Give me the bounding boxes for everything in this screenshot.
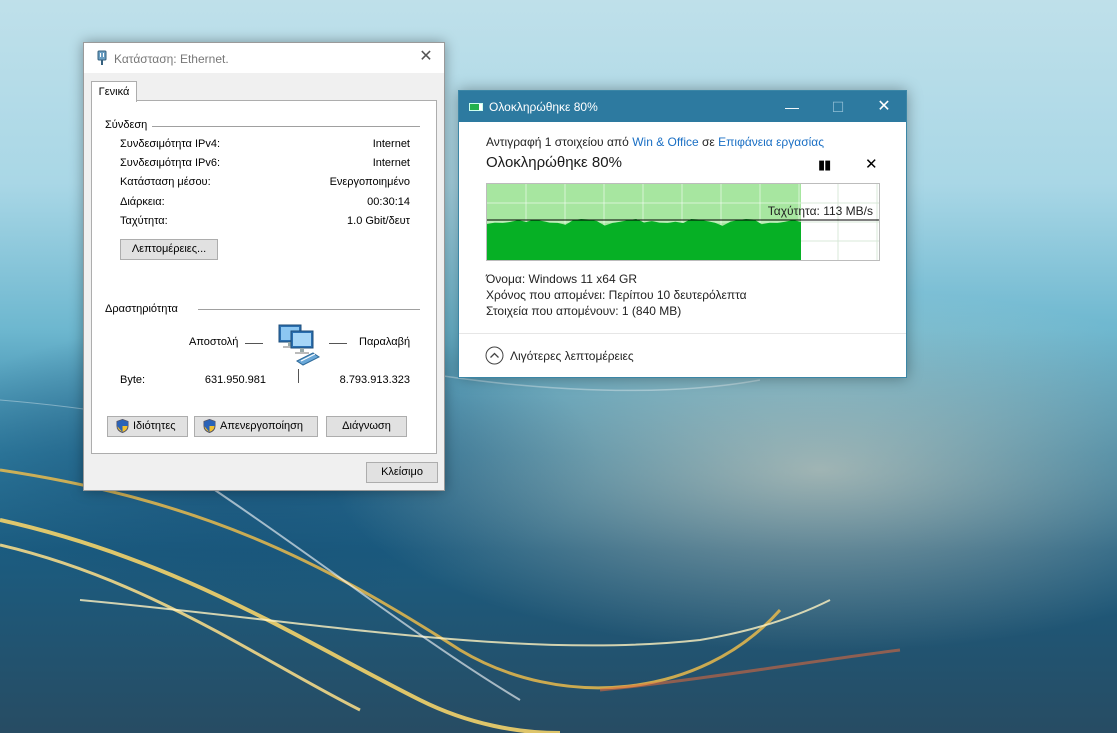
disable-button[interactable]: Απενεργοποίηση: [194, 416, 318, 437]
footer-separator: [459, 333, 906, 334]
row-ipv4: Συνδεσιμότητα IPv4: Internet: [120, 138, 410, 154]
detail-name: Όνομα: Windows 11 x64 GR: [486, 272, 637, 286]
speed-graph-canvas: [487, 184, 879, 260]
progress-heading: Ολοκληρώθηκε 80%: [486, 154, 622, 171]
row-speed: Ταχύτητα: 1.0 Gbit/δευτ: [120, 215, 410, 231]
tab-panel: Σύνδεση Συνδεσιμότητα IPv4: Internet Συν…: [91, 100, 437, 454]
detail-label: Χρόνος που απομένει:: [486, 288, 606, 302]
properties-label: Ιδιότητες: [133, 420, 176, 432]
progress-icon: [469, 103, 483, 111]
connection-heading: Σύνδεση: [105, 119, 148, 131]
details-button[interactable]: Λεπτομέρειες...: [120, 239, 218, 260]
activity-heading: Δραστηριότητα: [105, 303, 178, 315]
activity-divider: [298, 369, 299, 383]
separator: [198, 309, 420, 310]
row-value: 1.0 Gbit/δευτ: [347, 215, 410, 227]
window-title: Κατάσταση: Ethernet.: [114, 52, 229, 66]
detail-label: Στοιχεία που απομένουν:: [486, 304, 619, 318]
detail-label: Όνομα:: [486, 272, 526, 286]
row-label: Διάρκεια:: [120, 196, 165, 208]
minimize-icon[interactable]: —: [777, 96, 807, 118]
source-link[interactable]: Win & Office: [632, 135, 698, 149]
graph-speed-area: [487, 219, 801, 260]
close-button[interactable]: Κλείσιμο: [366, 462, 438, 483]
detail-value: Περίπου 10 δευτερόλεπτα: [608, 288, 747, 302]
bytes-received: 8.793.913.323: [339, 374, 410, 386]
row-label: Κατάσταση μέσου:: [120, 176, 211, 188]
maximize-icon: ☐: [831, 99, 845, 115]
pause-icon[interactable]: ▮▮: [818, 157, 831, 173]
row-media-state: Κατάσταση μέσου: Ενεργοποιημένο: [120, 176, 410, 192]
diagnose-button[interactable]: Διάγνωση: [326, 416, 407, 437]
title-bar[interactable]: Ολοκληρώθηκε 80% — ☐ ✕: [459, 91, 906, 122]
detail-value: Windows 11 x64 GR: [528, 272, 638, 286]
row-value: Internet: [372, 157, 410, 169]
sent-line: [245, 343, 263, 344]
network-computers-icon: [278, 324, 320, 366]
copy-middle: σε: [702, 135, 715, 149]
speed-graph: Ταχύτητα: 113 MB/s: [486, 183, 880, 261]
window-title: Ολοκληρώθηκε 80%: [489, 100, 598, 114]
sent-label: Αποστολή: [189, 336, 239, 348]
row-value: 00:30:14: [367, 196, 410, 208]
bytes-sent: 631.950.981: [204, 374, 266, 386]
row-label: Ταχύτητα:: [120, 215, 168, 227]
copy-progress-dialog: Ολοκληρώθηκε 80% — ☐ ✕ Αντιγραφή 1 στοιχ…: [458, 90, 907, 378]
received-label: Παραλαβή: [359, 336, 411, 348]
speed-label: Ταχύτητα: 113 MB/s: [767, 204, 873, 218]
properties-button[interactable]: Ιδιότητες: [107, 416, 188, 437]
ethernet-status-dialog: Κατάσταση: Ethernet. ✕ Γενικά Σύνδεση Συ…: [83, 42, 445, 491]
received-line: [329, 343, 347, 344]
row-ipv6: Συνδεσιμότητα IPv6: Internet: [120, 157, 410, 173]
network-adapter-icon: [97, 50, 107, 65]
tab-general[interactable]: Γενικά: [91, 81, 137, 102]
chevron-up-icon: [485, 346, 504, 365]
bytes-label: Byte:: [120, 374, 146, 386]
row-value: Ενεργοποιημένο: [329, 176, 410, 188]
detail-items-remaining: Στοιχεία που απομένουν: 1 (840 MB): [486, 304, 681, 318]
detail-value: 1 (840 MB): [621, 304, 682, 318]
title-bar[interactable]: Κατάσταση: Ethernet. ✕: [84, 43, 444, 73]
detail-time-remaining: Χρόνος που απομένει: Περίπου 10 δευτερόλ…: [486, 288, 747, 302]
row-label: Συνδεσιμότητα IPv4:: [120, 138, 221, 150]
uac-shield-icon: [116, 419, 129, 433]
close-icon[interactable]: ✕: [417, 48, 435, 66]
destination-link[interactable]: Επιφάνεια εργασίας: [718, 135, 824, 149]
uac-shield-icon: [203, 419, 216, 433]
row-duration: Διάρκεια: 00:30:14: [120, 196, 410, 212]
separator: [152, 126, 420, 127]
row-value: Internet: [372, 138, 410, 150]
close-icon[interactable]: ✕: [869, 96, 899, 118]
copy-description: Αντιγραφή 1 στοιχείου από Win & Office σ…: [486, 135, 824, 149]
row-label: Συνδεσιμότητα IPv6:: [120, 157, 221, 169]
copy-prefix: Αντιγραφή 1 στοιχείου από: [486, 135, 629, 149]
disable-label: Απενεργοποίηση: [220, 420, 303, 432]
cancel-icon[interactable]: ✕: [865, 155, 878, 173]
less-details-label: Λιγότερες λεπτομέρειες: [510, 349, 634, 363]
